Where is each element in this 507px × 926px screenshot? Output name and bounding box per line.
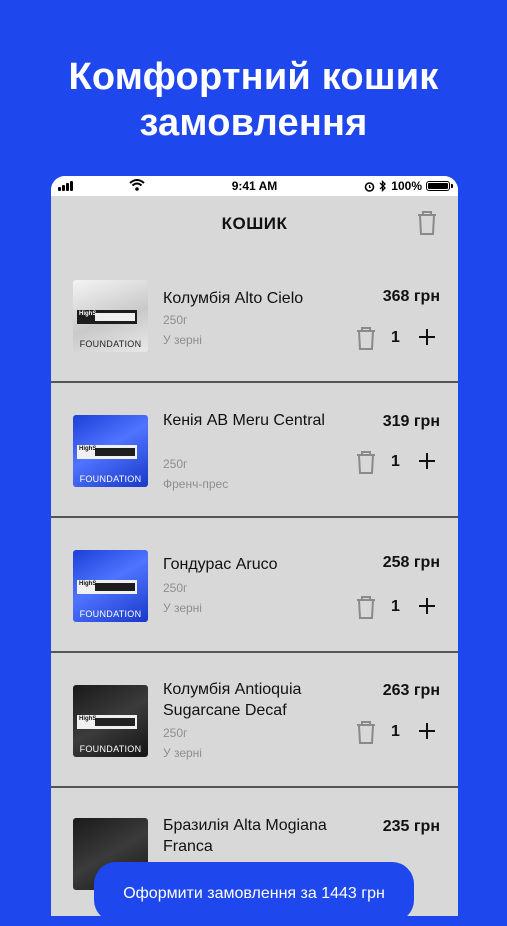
phone-screen: 9:41 AM 100% КОШИК HighS FOUNDATION Колу… xyxy=(51,176,458,916)
increase-quantity-plus-icon[interactable] xyxy=(415,719,439,743)
bluetooth-icon xyxy=(379,180,387,192)
product-price: 235 грн xyxy=(382,818,440,835)
product-name: Колумбія Alto Cielo xyxy=(163,290,304,307)
promo-headline-line2: замовлення xyxy=(139,102,368,144)
product-image: HighS FOUNDATION xyxy=(73,415,148,487)
battery-percent: 100% xyxy=(391,179,422,193)
remove-item-trash-icon[interactable] xyxy=(355,325,377,351)
battery-icon xyxy=(426,181,453,191)
cart-item: HighS FOUNDATION Гондурас Aruco 250г У з… xyxy=(51,518,458,653)
quantity-value: 1 xyxy=(391,723,400,740)
alarm-icon xyxy=(364,181,375,192)
checkout-button-label: Оформити замовлення за 1443 грн xyxy=(123,885,385,902)
product-price: 368 грн xyxy=(382,288,440,305)
product-name: Бразилія Alta Mogiana Franca xyxy=(163,817,327,855)
product-image: HighS FOUNDATION xyxy=(73,685,148,757)
quantity-value: 1 xyxy=(391,453,400,470)
cart-item: HighS FOUNDATION Кенія AB Meru Central 2… xyxy=(51,383,458,518)
quantity-stepper: 1 xyxy=(355,594,443,620)
remove-item-trash-icon[interactable] xyxy=(355,449,377,475)
product-image: HighS FOUNDATION xyxy=(73,280,148,352)
quantity-stepper: 1 xyxy=(355,449,443,475)
product-name: Колумбія Antioquia Sugarcane Decaf xyxy=(163,681,302,719)
product-weight: 250г xyxy=(163,726,188,740)
product-weight: 250г xyxy=(163,457,188,471)
product-image: HighS FOUNDATION xyxy=(73,550,148,622)
remove-item-trash-icon[interactable] xyxy=(355,594,377,620)
promo-headline-line1: Комфортний кошик xyxy=(68,56,439,98)
product-price: 263 грн xyxy=(382,682,440,699)
product-name: Гондурас Aruco xyxy=(163,556,278,573)
quantity-value: 1 xyxy=(391,598,400,615)
increase-quantity-plus-icon[interactable] xyxy=(415,449,439,473)
increase-quantity-plus-icon[interactable] xyxy=(415,325,439,349)
status-bar: 9:41 AM 100% xyxy=(51,176,458,196)
product-grind: У зерні xyxy=(163,746,202,760)
checkout-button[interactable]: Оформити замовлення за 1443 грн xyxy=(94,862,414,922)
clear-cart-trash-icon[interactable] xyxy=(414,208,440,236)
quantity-value: 1 xyxy=(391,329,400,346)
product-grind: У зерні xyxy=(163,601,202,615)
product-price: 319 грн xyxy=(382,413,440,430)
quantity-stepper: 1 xyxy=(355,719,443,745)
cart-item: HighS FOUNDATION Колумбія Alto Cielo 250… xyxy=(51,250,458,383)
product-price: 258 грн xyxy=(382,554,440,571)
product-weight: 250г xyxy=(163,313,188,327)
product-grind: У зерні xyxy=(163,333,202,347)
product-grind: Френч-прес xyxy=(163,477,229,491)
product-name: Кенія AB Meru Central xyxy=(163,412,325,429)
remove-item-trash-icon[interactable] xyxy=(355,719,377,745)
promo-headline: Комфортний кошик замовлення xyxy=(0,54,507,146)
quantity-stepper: 1 xyxy=(355,325,443,351)
increase-quantity-plus-icon[interactable] xyxy=(415,594,439,618)
cart-item: HighS FOUNDATION Колумбія Antioquia Suga… xyxy=(51,653,458,788)
product-weight: 250г xyxy=(163,581,188,595)
cart-title: КОШИК xyxy=(221,214,288,233)
